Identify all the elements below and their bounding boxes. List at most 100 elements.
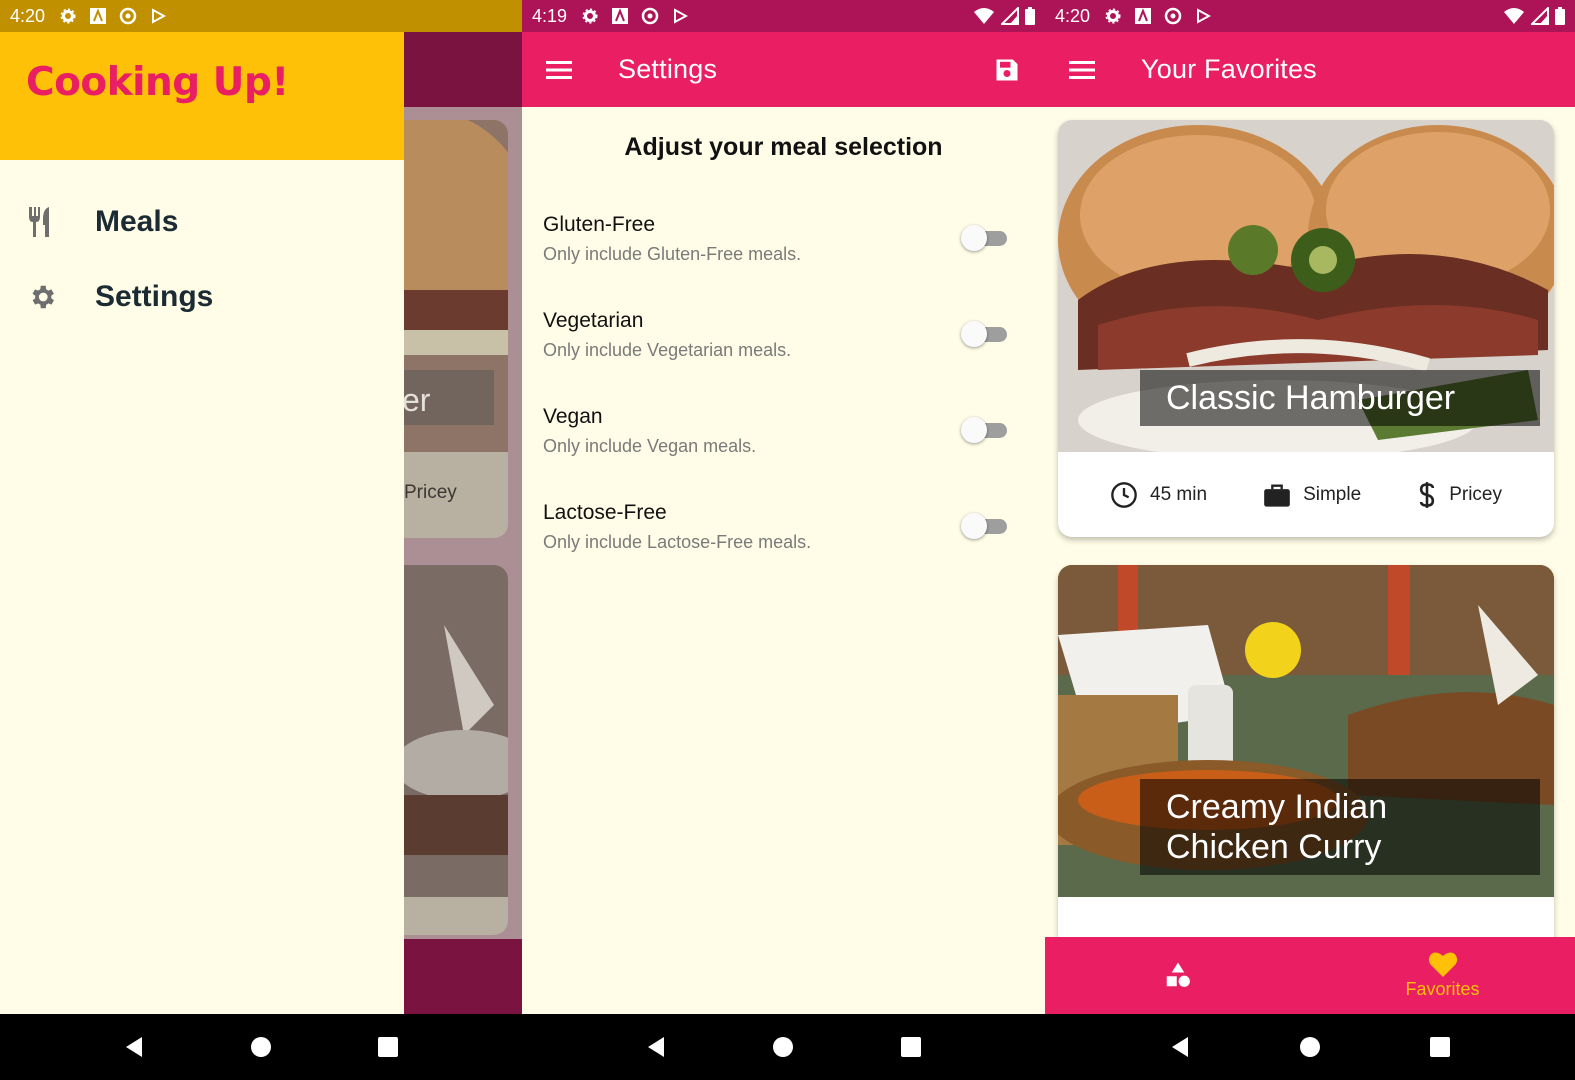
- meal-title: Classic Hamburger: [1140, 370, 1540, 426]
- dimmed-burger-image: [404, 120, 508, 538]
- system-nav-bar: [522, 1014, 1045, 1080]
- tab-label: Favorites: [1405, 979, 1480, 999]
- recents-icon[interactable]: [368, 1027, 408, 1067]
- restaurant-icon: [22, 205, 62, 239]
- back-icon[interactable]: [636, 1027, 676, 1067]
- dollar-icon: [1420, 481, 1435, 508]
- page-title: Settings: [618, 54, 718, 84]
- dimmed-meal-card: er Pricey: [404, 120, 508, 538]
- settings-status-icon: [1104, 7, 1122, 25]
- filter-subtitle: Only include Gluten-Free meals.: [543, 244, 802, 264]
- meal-card-classic-hamburger[interactable]: Classic Hamburger 45 min Simple Pricey: [1058, 120, 1554, 537]
- page-title: Your Favorites: [1141, 54, 1317, 84]
- filter-subtitle: Only include Vegan meals.: [543, 436, 757, 456]
- system-nav-bar: [0, 1014, 522, 1080]
- drawer-title: Cooking Up!: [26, 60, 289, 105]
- a-status-icon: [89, 7, 107, 25]
- drawer-item-meals[interactable]: Meals: [0, 192, 404, 252]
- signal-icon: [1531, 7, 1549, 25]
- bottom-tab-bar: Favorites: [1045, 937, 1575, 1014]
- meal-info-row: 45 min Simple Pricey: [1058, 452, 1554, 537]
- meal-card-creamy-indian-chicken-curry[interactable]: Creamy Indian Chicken Curry: [1058, 565, 1554, 965]
- status-bar: 4:20: [1045, 0, 1575, 32]
- a-status-icon: [611, 7, 629, 25]
- favorites-screen: 4:20 Your Favorites Classic Hamburger 45…: [1045, 0, 1575, 1080]
- dimmed-appbar: [404, 32, 522, 107]
- filter-subtitle: Only include Vegetarian meals.: [543, 340, 792, 360]
- dimmed-tabbar: [404, 939, 522, 1014]
- drawer-screen: er Pricey 4:20 Cooking Up! Meals Setting…: [0, 0, 522, 1080]
- menu-icon[interactable]: [522, 32, 596, 107]
- heart-icon: [1428, 952, 1457, 977]
- status-time: 4:19: [532, 5, 568, 26]
- drawer-header: Cooking Up!: [0, 32, 404, 160]
- dimmed-card-price-fragment: Pricey: [404, 482, 457, 503]
- recents-icon[interactable]: [891, 1027, 931, 1067]
- filter-title: Gluten-Free: [543, 213, 656, 236]
- navigation-drawer: Cooking Up! Meals Settings: [0, 32, 404, 1014]
- briefcase-icon: [1264, 484, 1290, 507]
- wifi-icon: [1504, 8, 1524, 24]
- sync-status-icon: [641, 7, 659, 25]
- play-store-status-icon: [149, 7, 167, 25]
- status-right-icons: [973, 7, 1035, 25]
- play-store-status-icon: [1194, 7, 1212, 25]
- gear-icon: [22, 282, 62, 312]
- meal-title: Creamy Indian Chicken Curry: [1140, 779, 1540, 875]
- complexity-text: Simple: [1303, 483, 1362, 505]
- sync-status-icon: [1164, 7, 1182, 25]
- status-bar: 4:19: [522, 0, 1045, 32]
- battery-icon: [1555, 7, 1565, 25]
- duration-text: 45 min: [1150, 483, 1208, 505]
- dimmed-meal-card-2: [404, 565, 508, 935]
- lactose-free-switch[interactable]: [961, 513, 1007, 539]
- back-icon[interactable]: [114, 1027, 154, 1067]
- home-icon[interactable]: [241, 1027, 281, 1067]
- filter-vegetarian: Vegetarian Only include Vegetarian meals…: [543, 309, 1019, 379]
- vegetarian-switch[interactable]: [961, 321, 1007, 347]
- home-icon[interactable]: [1290, 1027, 1330, 1067]
- filter-title: Vegetarian: [543, 309, 644, 332]
- status-time: 4:20: [1055, 5, 1091, 26]
- wifi-icon: [974, 8, 994, 24]
- meal-image: Creamy Indian Chicken Curry: [1058, 565, 1554, 897]
- save-icon[interactable]: [987, 50, 1027, 90]
- signal-icon: [1001, 7, 1019, 25]
- settings-status-icon: [59, 7, 77, 25]
- filter-vegan: Vegan Only include Vegan meals.: [543, 405, 1019, 475]
- drawer-item-settings[interactable]: Settings: [0, 267, 404, 327]
- meal-image: Classic Hamburger: [1058, 120, 1554, 452]
- settings-screen: 4:19 Settings Adjust your meal selection…: [522, 0, 1045, 1080]
- a-status-icon: [1134, 7, 1152, 25]
- dimmed-background[interactable]: er Pricey: [404, 32, 522, 1014]
- affordability-info: Pricey: [1417, 481, 1502, 509]
- drawer-item-label: Settings: [95, 280, 214, 313]
- sync-status-icon: [119, 7, 137, 25]
- app-bar: Settings: [522, 32, 1045, 107]
- menu-icon[interactable]: [1045, 32, 1119, 107]
- settings-status-icon: [581, 7, 599, 25]
- app-bar: Your Favorites: [1045, 32, 1575, 107]
- filter-lactose-free: Lactose-Free Only include Lactose-Free m…: [543, 501, 1019, 571]
- status-right-icons: [1503, 7, 1565, 25]
- gluten-free-switch[interactable]: [961, 225, 1007, 251]
- complexity-info: Simple: [1263, 482, 1361, 508]
- tab-categories[interactable]: [1045, 937, 1310, 1014]
- tab-favorites[interactable]: Favorites: [1310, 937, 1575, 1014]
- recents-icon[interactable]: [1420, 1027, 1460, 1067]
- settings-heading: Adjust your meal selection: [624, 133, 943, 161]
- drawer-item-label: Meals: [95, 205, 179, 238]
- status-time: 4:20: [10, 5, 46, 26]
- filter-title: Lactose-Free: [543, 501, 667, 524]
- filter-title: Vegan: [543, 405, 603, 428]
- clock-icon: [1111, 481, 1137, 508]
- home-icon[interactable]: [763, 1027, 803, 1067]
- category-icon: [1166, 962, 1190, 987]
- back-icon[interactable]: [1160, 1027, 1200, 1067]
- filter-subtitle: Only include Lactose-Free meals.: [543, 532, 812, 552]
- vegan-switch[interactable]: [961, 417, 1007, 443]
- status-bar: 4:20: [0, 0, 522, 32]
- duration-info: 45 min: [1110, 481, 1207, 509]
- play-store-status-icon: [671, 7, 689, 25]
- dimmed-curry-image: [404, 565, 508, 935]
